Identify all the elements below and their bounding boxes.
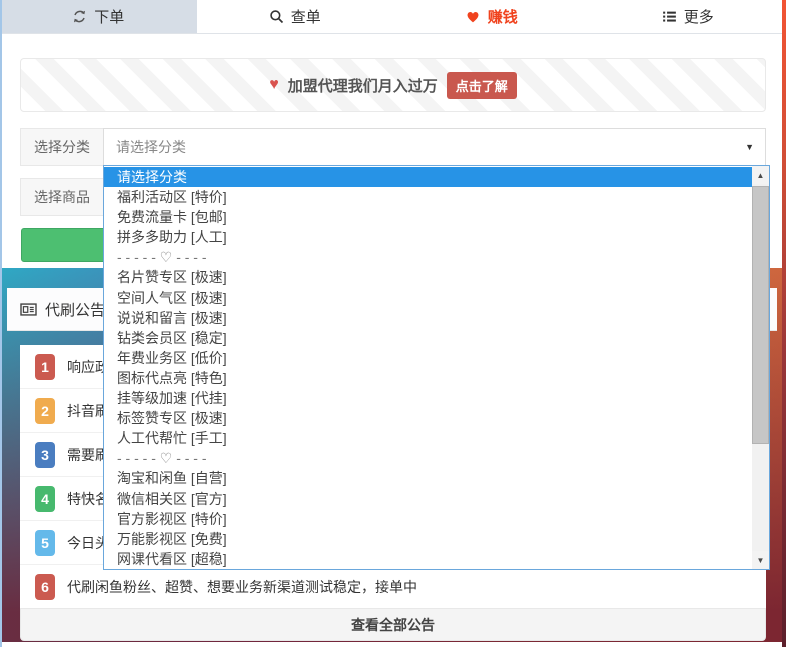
dropdown-option[interactable]: 淘宝和闲鱼 [自营] (104, 468, 752, 488)
dropdown-option[interactable]: - - - - - ♡ - - - - (104, 448, 752, 468)
tab-place-order[interactable]: 下单 (0, 0, 197, 33)
dropdown-option[interactable]: 空间人气区 [极速] (104, 288, 752, 308)
scrollbar-thumb[interactable] (752, 186, 769, 444)
heart-icon: ♥ (269, 76, 279, 94)
dropdown-scrollbar[interactable]: ▲ ▼ (752, 166, 769, 569)
dropdown-options: 请选择分类 福利活动区 [特价] 免费流量卡 [包邮] 拼多多助力 [人工] -… (104, 166, 752, 569)
scroll-up-arrow-icon[interactable]: ▲ (752, 166, 769, 184)
announcement-number-badge: 1 (35, 354, 55, 380)
dropdown-option[interactable]: 年费业务区 [低价] (104, 348, 752, 368)
promo-banner: ♥ 加盟代理我们月入过万 点击了解 (20, 58, 766, 112)
announcement-number-badge: 5 (35, 530, 55, 556)
category-field-label: 选择分类 (20, 128, 104, 166)
announcement-number-badge: 4 (35, 486, 55, 512)
dropdown-option[interactable]: 图标代点亮 [特色] (104, 368, 752, 388)
announcement-number-badge: 2 (35, 398, 55, 424)
dropdown-option[interactable]: 标签赞专区 [极速] (104, 408, 752, 428)
category-select[interactable]: 请选择分类 ▼ (103, 128, 766, 166)
view-all-announcements-button[interactable]: 查看全部公告 (20, 608, 766, 641)
product-field-label: 选择商品 (20, 178, 104, 216)
refresh-icon (72, 9, 87, 24)
dropdown-option[interactable]: 说说和留言 [极速] (104, 308, 752, 328)
category-dropdown-list: 请选择分类 福利活动区 [特价] 免费流量卡 [包邮] 拼多多助力 [人工] -… (103, 165, 770, 570)
tab-more[interactable]: 更多 (590, 0, 786, 33)
newspaper-icon (20, 302, 37, 317)
dropdown-option[interactable]: 名片赞专区 [极速] (104, 267, 752, 287)
announcement-number-badge: 6 (35, 574, 55, 600)
promo-text: 加盟代理我们月入过万 (288, 75, 438, 96)
right-edge-decoration (782, 0, 786, 647)
heart-money-icon (465, 9, 481, 24)
tab-label: 查单 (291, 6, 321, 27)
list-icon (662, 9, 677, 24)
dropdown-option[interactable]: 请选择分类 (104, 167, 752, 187)
search-icon (269, 9, 284, 24)
announcement-row[interactable]: 6 代刷闲鱼粉丝、超赞、想要业务新渠道测试稳定，接单中 (20, 565, 766, 608)
left-edge-border (0, 0, 2, 647)
page: 下单 查单 赚钱 (0, 0, 786, 647)
dropdown-option[interactable]: 网课代看区 [超稳] (104, 549, 752, 569)
category-select-value: 请选择分类 (116, 137, 186, 157)
dropdown-option[interactable]: 拼多多助力 [人工] (104, 227, 752, 247)
tab-check-order[interactable]: 查单 (197, 0, 394, 33)
dropdown-option[interactable]: 免费流量卡 [包邮] (104, 207, 752, 227)
announcement-number-badge: 3 (35, 442, 55, 468)
tab-label: 更多 (684, 6, 714, 27)
tab-label: 赚钱 (488, 6, 518, 27)
dropdown-option[interactable]: 微信相关区 [官方] (104, 489, 752, 509)
tab-label: 下单 (94, 6, 124, 27)
select-arrow-icon: ▼ (745, 142, 754, 152)
scroll-down-arrow-icon[interactable]: ▼ (752, 551, 769, 569)
announcement-text: 代刷闲鱼粉丝、超赞、想要业务新渠道测试稳定，接单中 (67, 577, 417, 597)
dropdown-option[interactable]: 官方影视区 [特价] (104, 509, 752, 529)
tab-bar: 下单 查单 赚钱 (0, 0, 786, 34)
dropdown-option[interactable]: 挂等级加速 [代挂] (104, 388, 752, 408)
learn-more-button[interactable]: 点击了解 (447, 72, 517, 99)
dropdown-option[interactable]: 万能影视区 [免费] (104, 529, 752, 549)
announcements-title: 代刷公告 (45, 299, 105, 320)
dropdown-option[interactable]: 福利活动区 [特价] (104, 187, 752, 207)
tab-earn-money[interactable]: 赚钱 (393, 0, 590, 33)
dropdown-option[interactable]: - - - - - ♡ - - - - (104, 247, 752, 267)
dropdown-option[interactable]: 人工代帮忙 [手工] (104, 428, 752, 448)
dropdown-option[interactable]: 钻类会员区 [稳定] (104, 328, 752, 348)
